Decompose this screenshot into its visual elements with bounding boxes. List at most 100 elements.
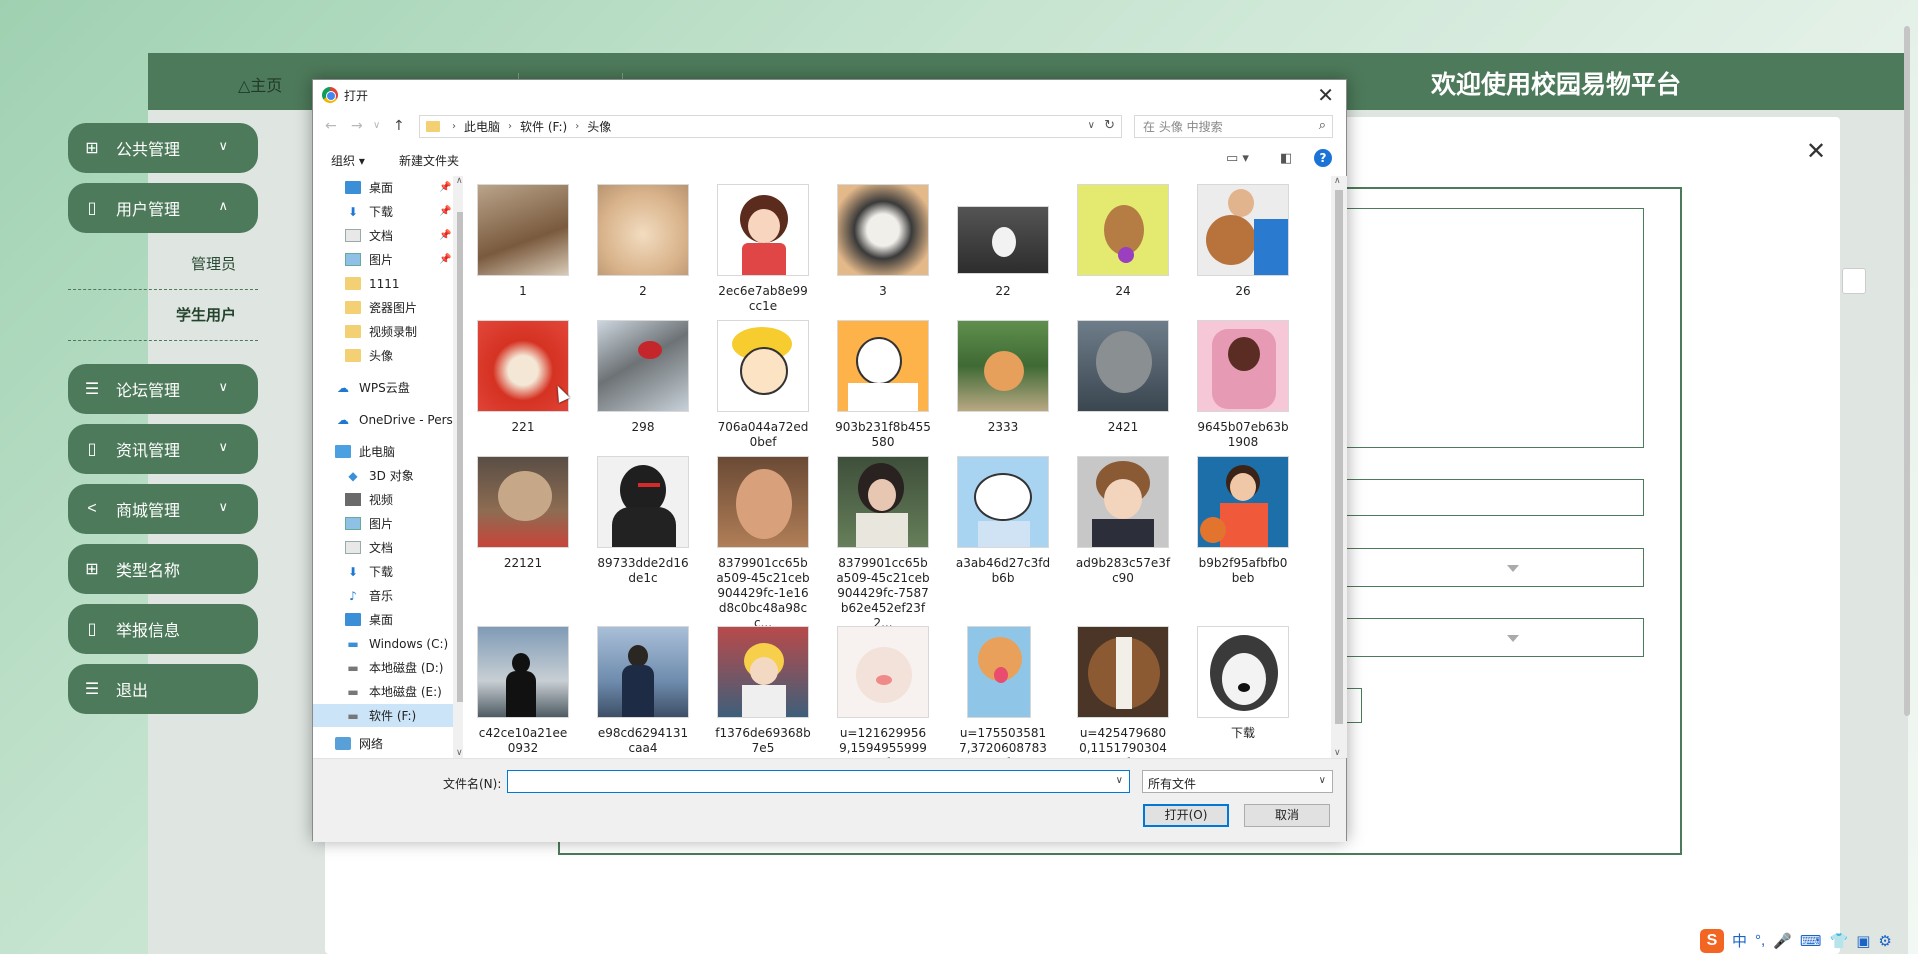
help-icon[interactable]: ? — [1314, 149, 1332, 167]
file-item[interactable]: 8379901cc65ba509-45c21ceb904429fc-1e16d8… — [716, 456, 810, 631]
nav-item-videos[interactable]: 视频 — [313, 488, 453, 511]
ime-toolbar[interactable]: S 中 °, 🎤 ⌨ 👕 ▣ ⚙ — [1694, 927, 1918, 954]
scroll-down-icon[interactable]: ∨ — [456, 748, 463, 758]
nav-item-desktop-pc[interactable]: 桌面 — [313, 608, 453, 631]
file-item[interactable]: 1 — [477, 184, 569, 299]
file-item[interactable]: 89733dde2d16de1c — [597, 456, 689, 586]
file-item[interactable]: ad9b283c57e3fc90 — [1076, 456, 1170, 586]
file-item[interactable]: 2 — [597, 184, 689, 299]
nav-item-desktop[interactable]: 桌面 📌 — [313, 176, 453, 199]
close-icon[interactable]: ✕ — [1317, 83, 1334, 107]
scroll-up-icon[interactable]: ∧ — [1334, 176, 1341, 186]
preview-pane-icon[interactable]: ◧ — [1280, 151, 1292, 166]
chevron-down-icon[interactable]: ∨ — [1088, 120, 1095, 131]
file-item[interactable]: 3 — [837, 184, 929, 299]
file-item[interactable]: 706a044a72ed0bef — [717, 320, 809, 450]
sidebar-item-news[interactable]: ▯ 资讯管理 ∨ — [68, 424, 258, 474]
scroll-down-icon[interactable]: ∨ — [1334, 748, 1341, 758]
file-item[interactable]: 9645b07eb63b1908 — [1197, 320, 1289, 450]
nav-item-folder-video-rec[interactable]: 视频录制 — [313, 320, 453, 343]
sidebar-item-types[interactable]: ⊞ 类型名称 — [68, 544, 258, 594]
dialog-titlebar[interactable]: 打开 ✕ — [313, 80, 1346, 110]
chevron-down-icon[interactable]: ∨ — [1116, 775, 1123, 786]
nav-item-downloads-pc[interactable]: ⬇ 下载 — [313, 560, 453, 583]
home-link[interactable]: △主页 — [238, 72, 282, 96]
view-options-icon[interactable]: ▭ ▾ — [1226, 151, 1249, 166]
breadcrumb-drive[interactable]: 软件 (F:) — [520, 118, 567, 135]
punctuation-icon[interactable]: °, — [1755, 932, 1765, 949]
file-item[interactable]: a3ab46d27c3fdb6b — [956, 456, 1050, 586]
nav-item-drive-c[interactable]: ▬ Windows (C:) — [313, 632, 453, 655]
file-item[interactable]: 22 — [957, 184, 1049, 299]
cancel-button[interactable]: 取消 — [1244, 804, 1330, 827]
page-scrollbar[interactable] — [1902, 14, 1912, 954]
nav-item-documents-pc[interactable]: 文档 — [313, 536, 453, 559]
nav-item-drive-e[interactable]: ▬ 本地磁盘 (E:) — [313, 680, 453, 703]
back-arrow-icon[interactable]: ← — [325, 118, 337, 134]
file-item[interactable]: 下载 — [1197, 626, 1289, 741]
file-item[interactable]: b9b2f95afbfb0beb — [1197, 456, 1289, 586]
new-folder-button[interactable]: 新建文件夹 — [399, 152, 459, 169]
file-item[interactable]: 22121 — [477, 456, 569, 571]
sidebar-item-forum[interactable]: ☰ 论坛管理 ∨ — [68, 364, 258, 414]
close-icon[interactable]: ✕ — [1806, 137, 1826, 166]
sidebar-item-shop[interactable]: < 商城管理 ∨ — [68, 484, 258, 534]
sidebar-item-reports[interactable]: ▯ 举报信息 — [68, 604, 258, 654]
search-input[interactable] — [1143, 119, 1303, 134]
search-box[interactable]: ⌕ — [1134, 115, 1333, 138]
nav-item-folder-porcelain[interactable]: 瓷器图片 — [313, 296, 453, 319]
file-item[interactable]: 8379901cc65ba509-45c21ceb904429fc-7587b6… — [836, 456, 930, 631]
file-item[interactable]: u=1216299569,1594955999&f — [837, 626, 929, 758]
toolbox-icon[interactable]: ▣ — [1856, 932, 1870, 950]
image-upload-area[interactable] — [1340, 208, 1644, 448]
sidebar-item-logout[interactable]: ☰ 退出 — [68, 664, 258, 714]
sidebar-item-users[interactable]: ▯ 用户管理 ∧ — [68, 183, 258, 233]
nav-item-drive-d[interactable]: ▬ 本地磁盘 (D:) — [313, 656, 453, 679]
nav-item-documents[interactable]: 文档 📌 — [313, 224, 453, 247]
file-item[interactable]: 26 — [1197, 184, 1289, 299]
filename-input[interactable] — [508, 771, 1098, 792]
file-item[interactable]: u=4254796800,1151790304&f — [1077, 626, 1169, 758]
address-bar[interactable]: › 此电脑 › 软件 (F:) › 头像 ∨ ↻ — [419, 115, 1122, 138]
file-item[interactable]: f1376de69368b7e5 — [715, 626, 811, 756]
select-field-1[interactable] — [1340, 548, 1644, 587]
nav-item-network[interactable]: 网络 — [313, 732, 453, 755]
nav-item-downloads[interactable]: ⬇ 下载 📌 — [313, 200, 453, 223]
nav-item-3d-objects[interactable]: ◆ 3D 对象 — [313, 464, 453, 487]
organize-button[interactable]: 组织 ▾ — [331, 152, 365, 169]
nav-item-pictures[interactable]: 图片 📌 — [313, 248, 453, 271]
select-field-2[interactable] — [1340, 618, 1644, 657]
sidebar-item-public[interactable]: ⊞ 公共管理 ∨ — [68, 123, 258, 173]
scroll-up-icon[interactable]: ∧ — [456, 176, 463, 186]
up-arrow-icon[interactable]: ↑ — [393, 118, 405, 134]
file-item[interactable]: 2333 — [957, 320, 1049, 435]
file-item[interactable]: e98cd6294131caa4 — [597, 626, 689, 756]
nav-item-onedrive[interactable]: ☁ OneDrive - Perso — [313, 408, 453, 431]
nav-item-this-pc[interactable]: 此电脑 — [313, 440, 453, 463]
open-button[interactable]: 打开(O) — [1143, 804, 1229, 827]
microphone-icon[interactable]: 🎤 — [1773, 932, 1792, 950]
nav-item-pictures-pc[interactable]: 图片 — [313, 512, 453, 535]
files-scrollbar[interactable]: ∧ ∨ — [1331, 176, 1347, 758]
recent-chevron-icon[interactable]: ∨ — [373, 120, 380, 131]
file-type-select[interactable]: 所有文件 ∨ — [1142, 770, 1333, 793]
keyboard-icon[interactable]: ⌨ — [1800, 932, 1822, 950]
file-item[interactable]: u=1755035817,3720608783&f — [957, 626, 1049, 758]
ime-mode-label[interactable]: 中 — [1732, 930, 1747, 951]
nav-item-wps-cloud[interactable]: ☁ WPS云盘 — [313, 376, 453, 399]
refresh-icon[interactable]: ↻ — [1104, 118, 1115, 133]
file-item[interactable]: 903b231f8b455580 — [835, 320, 931, 450]
forward-arrow-icon[interactable]: → — [351, 118, 363, 134]
sidebar-sub-admin[interactable]: 管理员 — [68, 240, 258, 290]
sidebar-sub-students[interactable]: 学生用户 — [68, 291, 258, 341]
settings-icon[interactable]: ⚙ — [1878, 932, 1891, 950]
scrollbar-thumb[interactable] — [1904, 26, 1910, 716]
text-field[interactable] — [1340, 479, 1644, 516]
file-item[interactable]: c42ce10a21ee0932 — [477, 626, 569, 756]
file-item[interactable]: 2421 — [1077, 320, 1169, 435]
file-item[interactable]: 298 — [597, 320, 689, 435]
side-button[interactable] — [1842, 268, 1866, 294]
scrollbar-thumb[interactable] — [1335, 190, 1343, 724]
file-item[interactable]: 2ec6e7ab8e99cc1e — [717, 184, 809, 314]
nav-item-folder-1111[interactable]: 1111 — [313, 272, 453, 295]
